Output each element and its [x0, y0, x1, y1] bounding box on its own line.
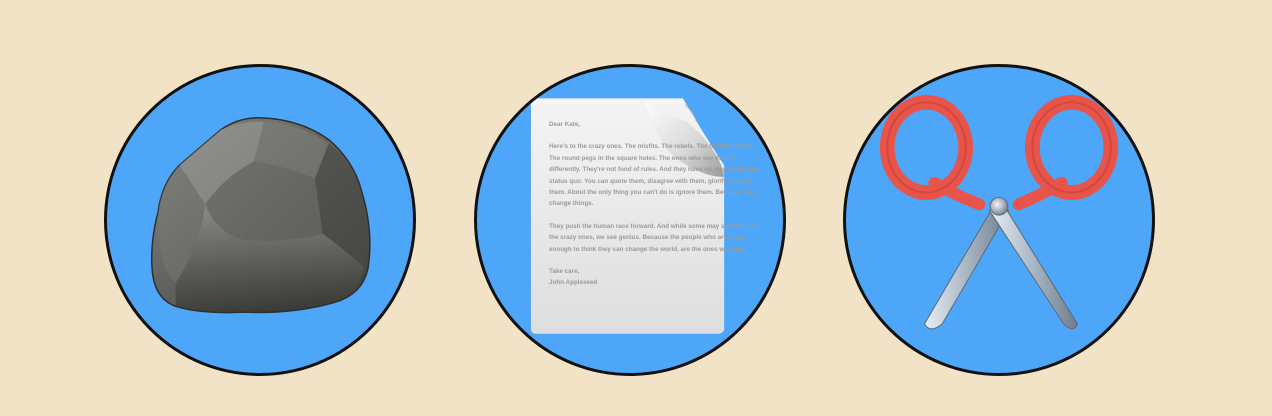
paper-button[interactable]: Dear Kate, Here's to the crazy ones. The…	[474, 64, 786, 376]
rock-button[interactable]	[104, 64, 416, 376]
scissors-icon	[879, 94, 1119, 330]
letter-signature: John Appleseed	[549, 279, 598, 287]
paper-letter: Dear Kate, Here's to the crazy ones. The…	[527, 99, 775, 367]
letter-greeting: Dear Kate,	[549, 121, 581, 128]
letter-paragraph: Here's to the crazy ones. The misfits. T…	[549, 143, 758, 208]
rock-icon	[151, 117, 371, 314]
letter-closing: Take care,	[549, 268, 580, 276]
letter-paragraph: They push the human race forward. And wh…	[549, 222, 757, 253]
scissors-button[interactable]	[843, 64, 1155, 376]
